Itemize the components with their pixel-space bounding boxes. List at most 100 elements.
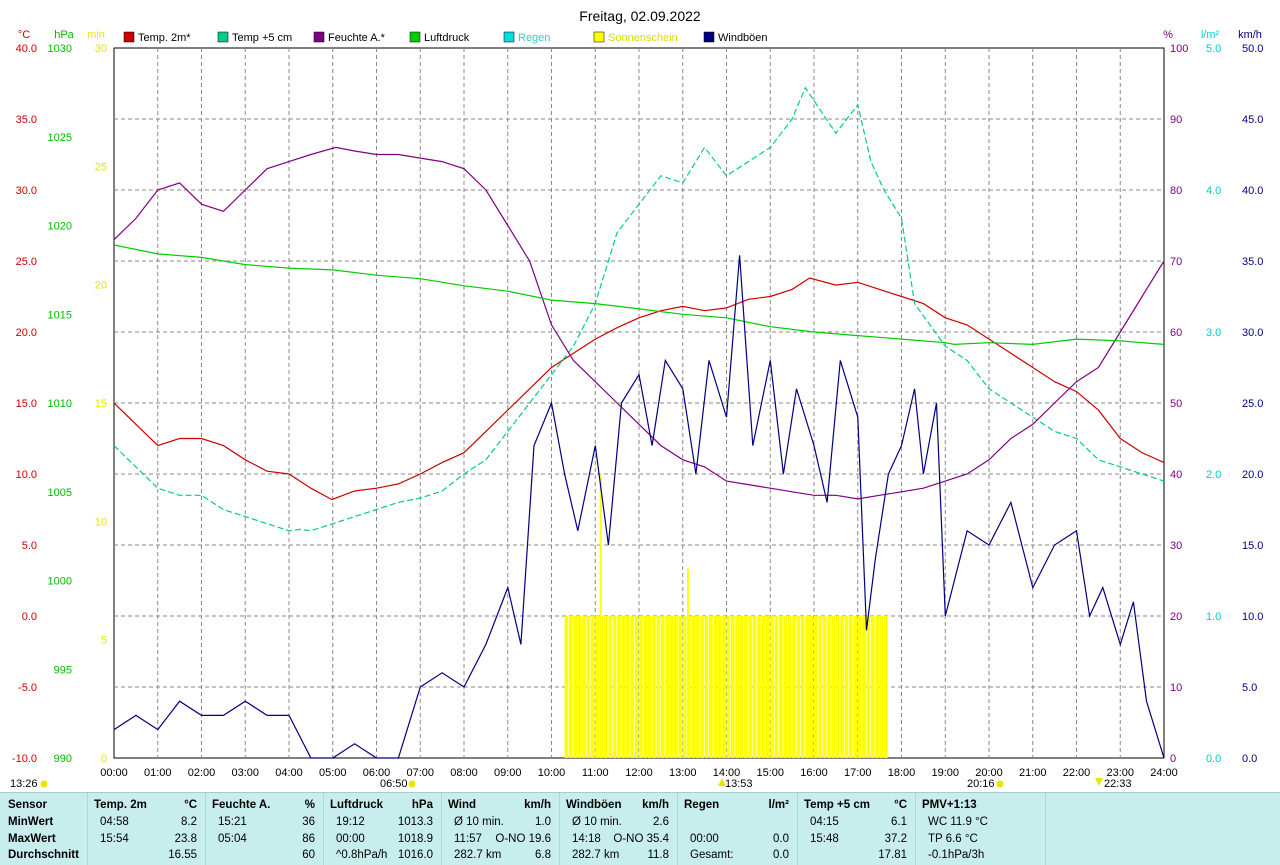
tick-label-humidity: 0 — [1170, 753, 1176, 765]
tick-label-pressure: 1020 — [48, 221, 72, 233]
tick-label-wind: 5.0 — [1242, 682, 1257, 694]
stats-column: Regen l/m² 00:00 0.0 Gesamt: 0.0 — [678, 793, 798, 865]
stats-cell-value: 16.55 — [168, 849, 197, 861]
sunshine-bar — [805, 616, 809, 758]
tick-label-pressure: 995 — [54, 664, 72, 676]
sunshine-bar — [573, 616, 578, 758]
tick-label-time: 03:00 — [231, 767, 259, 779]
stats-cell-time: 04:58 — [100, 816, 129, 828]
tick-label-time: 18:00 — [888, 767, 916, 779]
sunshine-bar — [787, 616, 792, 758]
tick-label-temp: -10.0 — [12, 753, 37, 765]
tick-label-wind: 30.0 — [1242, 327, 1263, 339]
stats-column-header: Luftdruck — [330, 799, 384, 811]
stats-column: Wind km/h Ø 10 min. 1.0 11:57 O-NO 19.6 282.7 … — [442, 793, 560, 865]
sunshine-bar — [857, 616, 862, 758]
stats-cell-value: 11.8 — [647, 849, 669, 861]
sunshine-bar — [739, 616, 744, 758]
tick-label-temp: 40.0 — [16, 43, 37, 55]
stats-column-header: Temp. 2m — [94, 799, 147, 811]
stats-cell-time: 282.7 km — [572, 849, 620, 861]
tick-label-rain: 5.0 — [1206, 43, 1221, 55]
stats-column-unit: % — [304, 799, 315, 811]
sunshine-bar — [870, 616, 875, 758]
tick-label-wind: 0.0 — [1242, 753, 1257, 765]
sunshine-bar — [866, 616, 871, 758]
stats-cell-value: O-NO 35.4 — [613, 833, 669, 845]
stats-column-unit: km/h — [642, 799, 669, 811]
tick-label-humidity: 100 — [1170, 43, 1188, 55]
tick-label-humidity: 40 — [1170, 469, 1182, 481]
stats-cell-time: Gesamt: — [690, 849, 734, 861]
legend-swatch — [123, 31, 135, 43]
moonrise-icon — [40, 780, 48, 788]
tick-label-pressure: 1025 — [48, 132, 72, 144]
axis-unit-humidity: % — [1163, 29, 1173, 41]
stats-cell-value: 0.0 — [773, 849, 789, 861]
stats-cell-time: WC 11.9 °C — [928, 816, 988, 828]
stats-cell-value: 6.1 — [891, 816, 907, 828]
tick-label-wind: 20.0 — [1242, 469, 1263, 481]
stats-panel: Sensor MinWert MaxWert Durchschnitt Temp… — [0, 792, 1280, 865]
tick-label-humidity: 80 — [1170, 185, 1182, 197]
moonrise-time: 13:26 — [10, 778, 38, 790]
stats-cell-value: 1013.3 — [397, 816, 433, 828]
sunshine-bar — [862, 616, 866, 758]
stats-cell-value: O-NO 19.6 — [495, 833, 551, 845]
moonset-time: 22:33 — [1104, 778, 1132, 790]
tick-label-temp: 10.0 — [16, 469, 37, 481]
tick-label-time: 24:00 — [1150, 767, 1178, 779]
sunset-icon — [996, 780, 1004, 788]
stats-cell-time: TP 6.6 °C — [928, 833, 978, 845]
tick-label-humidity: 90 — [1170, 114, 1182, 126]
legend-label: Feuchte A.* — [328, 32, 386, 44]
tick-label-pressure: 1000 — [48, 576, 72, 588]
axis-unit-minutes: min — [87, 29, 105, 41]
tick-label-time: 04:00 — [275, 767, 303, 779]
legend-label: Sonnenschein — [608, 32, 678, 44]
tick-label-minutes: 15 — [95, 398, 107, 410]
tick-label-temp: 15.0 — [16, 398, 37, 410]
sunshine-bar — [835, 616, 840, 758]
sunshine-bar — [730, 616, 735, 758]
tick-label-time: 22:00 — [1063, 767, 1091, 779]
sunshine-bar — [608, 616, 613, 758]
stats-column: Temp. 2m °C 04:58 8.2 15:54 23.8 16.55 — [88, 793, 206, 865]
sunshine-spike — [599, 474, 602, 758]
stats-column-unit: km/h — [524, 799, 551, 811]
tick-label-minutes: 5 — [101, 635, 107, 647]
tick-label-time: 02:00 — [188, 767, 216, 779]
sunshine-bar — [757, 616, 761, 758]
sunshine-bar — [796, 616, 801, 758]
stats-cell-value: 6.8 — [535, 849, 551, 861]
stats-column-header: PMV+1:13 — [922, 799, 977, 811]
sunshine-bar — [674, 616, 678, 758]
sunshine-bar — [595, 616, 599, 758]
legend-label: Windböen — [718, 32, 768, 44]
tick-label-time: 15:00 — [756, 767, 784, 779]
tick-label-wind: 10.0 — [1242, 611, 1263, 623]
sunshine-bar — [735, 616, 739, 758]
tick-label-temp: 0.0 — [22, 611, 37, 623]
tick-label-rain: 3.0 — [1206, 327, 1221, 339]
sunshine-bar — [765, 616, 770, 758]
sunshine-bar — [630, 616, 634, 758]
sunshine-bar — [844, 616, 849, 758]
tick-label-time: 13:00 — [669, 767, 697, 779]
stats-cell-time: 04:15 — [810, 816, 839, 828]
stats-cell-value: 1018.9 — [397, 833, 433, 845]
sunshine-bar — [779, 616, 783, 758]
stats-cell-time: 15:54 — [100, 833, 129, 845]
sunshine-bar — [634, 616, 639, 758]
sunshine-bar — [770, 616, 774, 758]
stats-cell-time: 00:00 — [336, 833, 365, 845]
sunshine-bar — [639, 616, 643, 758]
tick-label-time: 16:00 — [800, 767, 828, 779]
legend-swatch — [593, 31, 605, 43]
tick-label-time: 08:00 — [450, 767, 478, 779]
stats-cell-time: 05:04 — [218, 833, 247, 845]
stats-cell-time: 11:57 — [454, 833, 482, 845]
tick-label-pressure: 1010 — [48, 398, 72, 410]
tick-label-time: 10:00 — [538, 767, 566, 779]
tick-label-time: 00:00 — [100, 767, 128, 779]
